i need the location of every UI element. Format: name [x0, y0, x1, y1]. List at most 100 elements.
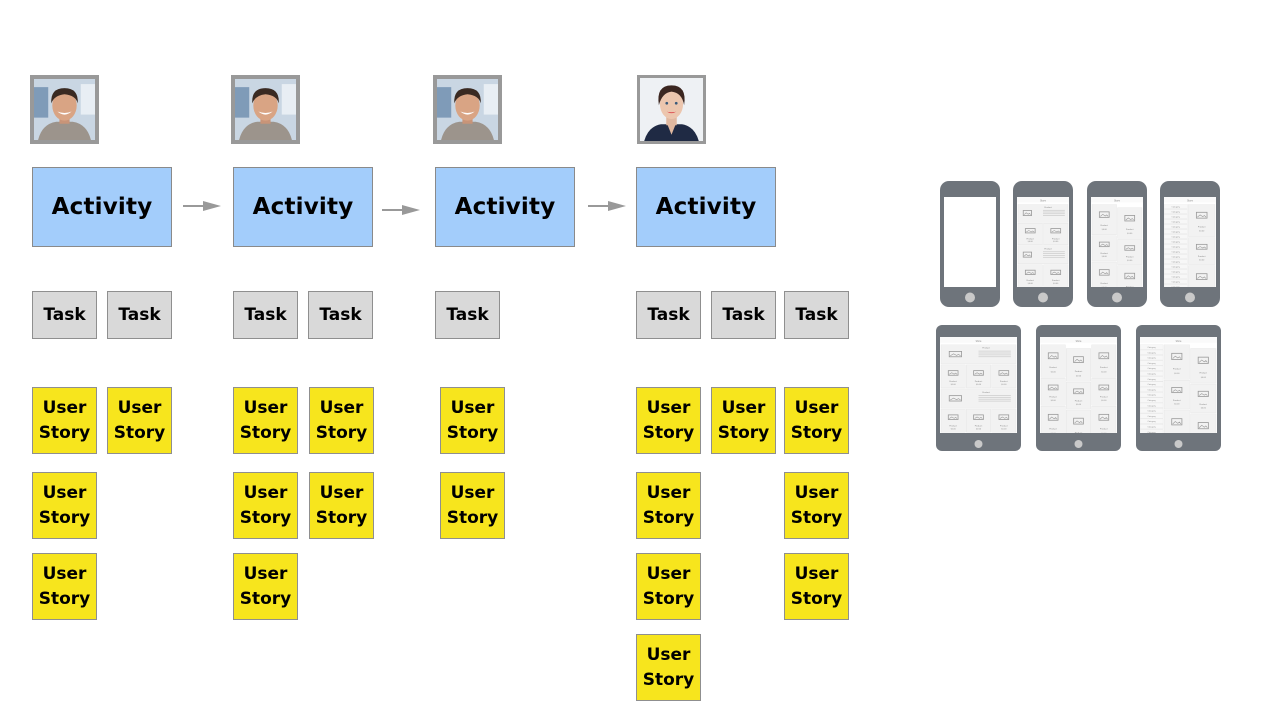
mockup-label: Category	[1147, 420, 1156, 423]
user-story-card[interactable]: User Story	[107, 387, 172, 454]
mockup-label: Category	[1147, 394, 1156, 397]
mockup-label: Product	[1198, 226, 1206, 229]
mockup-label: $0.00	[1201, 407, 1207, 410]
story-label-line2: Story	[38, 507, 91, 528]
mockup-label: Category	[1172, 275, 1181, 278]
mockup-label: Category	[1172, 255, 1181, 258]
user-story-card[interactable]: User Story	[711, 387, 776, 454]
task-card[interactable]: Task	[233, 291, 298, 339]
task-card[interactable]: Task	[308, 291, 373, 339]
mockup-label: Category	[1172, 205, 1181, 208]
mockup-label: $0.00	[1174, 372, 1180, 375]
home-button-icon	[1038, 292, 1048, 303]
story-label-line1: User	[721, 397, 766, 418]
story-label-line2: Story	[642, 507, 695, 528]
user-story-card[interactable]: User Story	[32, 553, 97, 620]
user-story-card[interactable]: User Story	[233, 553, 298, 620]
story-label-line2: Story	[38, 588, 91, 609]
activity-card-3[interactable]: Activity	[435, 167, 575, 247]
mockup-label: Product	[1126, 228, 1134, 231]
user-story-card[interactable]: User Story	[233, 387, 298, 454]
mockup-label: Category	[1172, 225, 1181, 228]
story-label-line1: User	[794, 482, 839, 503]
mockup-label: Product	[1000, 380, 1008, 383]
mockup-label: $0.00	[951, 427, 957, 430]
mockup-label: Product	[1199, 403, 1207, 406]
mockup-label: Store	[1114, 200, 1120, 203]
mockup-label: Category	[1147, 362, 1156, 365]
story-label-line2: Story	[642, 669, 695, 690]
story-label-line1: User	[42, 397, 87, 418]
user-story-card[interactable]: User Story	[440, 387, 505, 454]
mockup-label: $0.00	[976, 427, 982, 430]
user-story-card[interactable]: User Story	[636, 387, 701, 454]
mockup-label: Category	[1147, 388, 1156, 391]
user-story-card[interactable]: User Story	[636, 553, 701, 620]
story-label-line2: Story	[239, 588, 292, 609]
user-story-card[interactable]: User Story	[309, 387, 374, 454]
user-story-card[interactable]: User Story	[440, 472, 505, 539]
activity-card-4[interactable]: Activity	[636, 167, 776, 247]
story-label-line1: User	[450, 482, 495, 503]
phone-wireframe-icon: StoreProduct$0.00Product$0.00Product$0.0…	[1087, 181, 1147, 307]
mockup-label: Product	[949, 380, 957, 383]
mockup-label: Category	[1172, 245, 1181, 248]
story-label-line1: User	[42, 482, 87, 503]
user-story-card[interactable]: User Story	[309, 472, 374, 539]
user-story-card[interactable]: User Story	[784, 387, 849, 454]
mockup-label: $0.00	[1076, 403, 1082, 406]
task-card[interactable]: Task	[636, 291, 701, 339]
user-story-card[interactable]: User Story	[784, 472, 849, 539]
home-button-icon	[1074, 440, 1083, 448]
task-card[interactable]: Task	[32, 291, 97, 339]
task-card[interactable]: Task	[107, 291, 172, 339]
user-story-card[interactable]: User Story	[636, 634, 701, 701]
story-label-line2: Story	[113, 422, 166, 443]
user-story-card[interactable]: User Story	[32, 472, 97, 539]
mockup-label: Product	[1100, 224, 1108, 227]
story-label-line1: User	[243, 482, 288, 503]
story-label-line2: Story	[239, 422, 292, 443]
activity-card-2[interactable]: Activity	[233, 167, 373, 247]
mockup-label: $0.00	[1101, 370, 1107, 373]
flow-arrow-icon	[183, 201, 221, 211]
mockup-label: Product	[1049, 396, 1057, 399]
mockup-label: $0.00	[1102, 255, 1108, 258]
story-label-line2: Story	[790, 422, 843, 443]
task-card[interactable]: Task	[784, 291, 849, 339]
mockup-label: Category	[1172, 250, 1181, 253]
mockup-label: Product	[1044, 206, 1052, 209]
mockup-label: Category	[1172, 240, 1181, 243]
story-label-line2: Story	[790, 507, 843, 528]
story-label-line1: User	[450, 397, 495, 418]
activity-card-1[interactable]: Activity	[32, 167, 172, 247]
mockup-label: Category	[1172, 230, 1181, 233]
mockup-label: Product	[1198, 255, 1206, 258]
user-story-card[interactable]: User Story	[636, 472, 701, 539]
mockup-label: Product	[1075, 370, 1083, 373]
mockup-label: Product	[1100, 396, 1108, 399]
mockup-label: Product	[1100, 282, 1108, 285]
mockup-label: $0.00	[1201, 376, 1207, 379]
story-label-line1: User	[243, 563, 288, 584]
mockup-label: Product	[1044, 247, 1052, 250]
mockup-label: Category	[1172, 260, 1181, 263]
mockup-label: Product	[1026, 279, 1034, 282]
mockup-label: Product	[1100, 366, 1108, 369]
tablet-wireframe-icon: StoreProductProduct$0.00Product$0.00Prod…	[936, 325, 1021, 451]
mockup-label: Category	[1172, 220, 1181, 223]
task-card[interactable]: Task	[435, 291, 500, 339]
story-label-line1: User	[646, 644, 691, 665]
user-story-card[interactable]: User Story	[233, 472, 298, 539]
user-story-card[interactable]: User Story	[32, 387, 97, 454]
persona-avatar-3	[433, 75, 502, 144]
home-button-icon	[1185, 292, 1195, 303]
story-label-line1: User	[794, 563, 839, 584]
male-user-photo	[437, 79, 498, 140]
task-card[interactable]: Task	[711, 291, 776, 339]
mockup-label: Product	[1100, 252, 1108, 255]
mockup-label: $0.00	[1199, 230, 1205, 233]
mockup-label: $0.00	[1076, 374, 1082, 377]
user-story-card[interactable]: User Story	[784, 553, 849, 620]
story-label-line1: User	[42, 563, 87, 584]
